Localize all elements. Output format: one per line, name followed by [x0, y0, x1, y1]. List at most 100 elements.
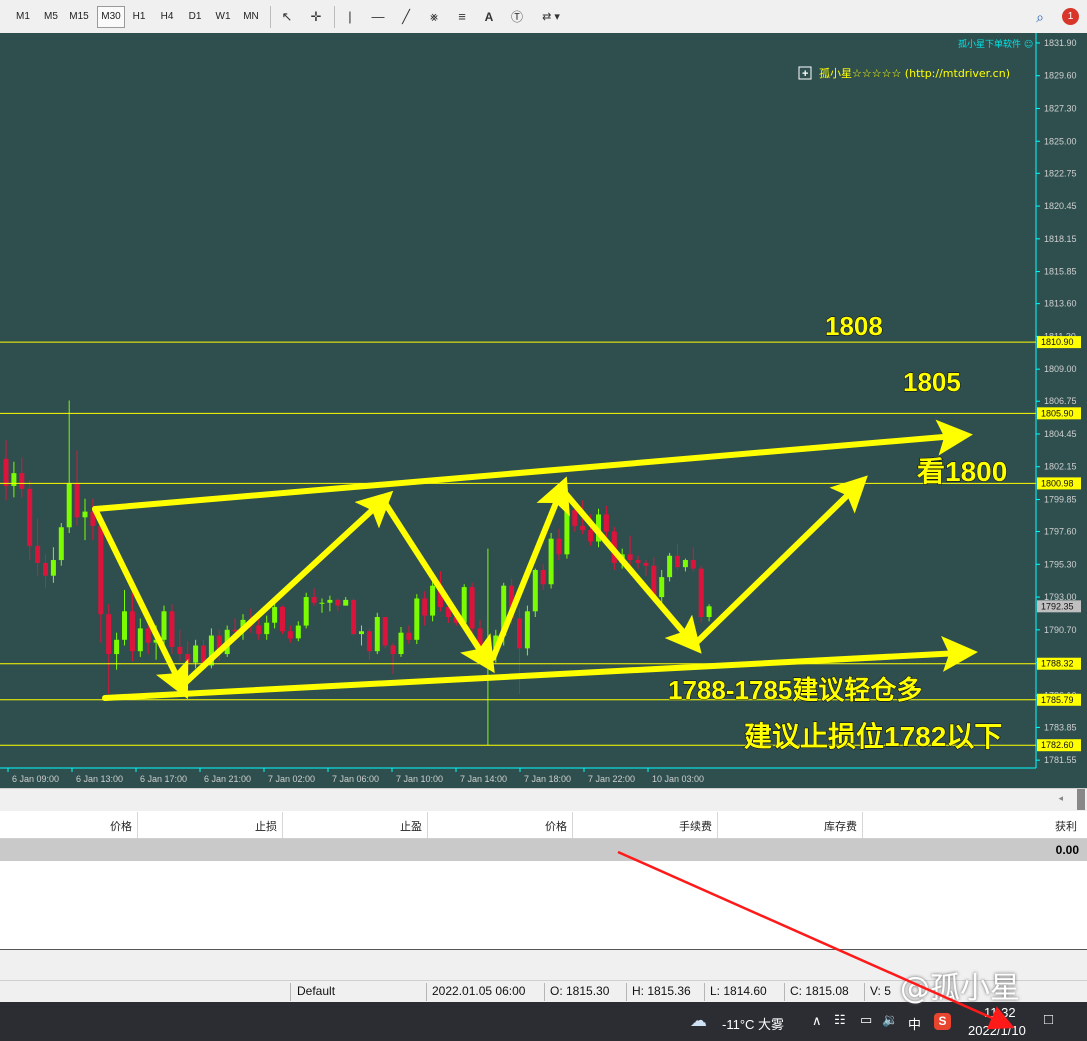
- candle-body: [572, 510, 578, 526]
- total-profit: 0.00: [1055, 843, 1079, 857]
- vertical-line-tool-icon[interactable]: |: [340, 7, 360, 27]
- trade-grid-header: 价格 止损 止盈 价格 手续费 库存费 获利: [0, 812, 1087, 839]
- status-high: H: 1815.36: [632, 984, 691, 998]
- col-commission[interactable]: 手续费: [660, 818, 712, 834]
- y-tick-label: 1822.75: [1044, 168, 1077, 178]
- candle-body: [3, 458, 9, 486]
- candle-body: [193, 645, 199, 663]
- status-divider: [784, 983, 785, 1001]
- candle-body: [374, 617, 380, 652]
- chart-toolbar: M1 M5 M15 M30 H1 H4 D1 W1 MN ↖ ✛ | — ╱ ⨳ ≡ A Ⓣ ⇄…: [0, 0, 1087, 34]
- candle-body: [690, 560, 696, 569]
- y-tick-label: 1806.75: [1044, 396, 1077, 406]
- candle-body: [532, 570, 538, 612]
- scroll-thumb[interactable]: [1077, 789, 1085, 810]
- grid-total-row: 0.00: [0, 839, 1087, 861]
- col-divider: [282, 812, 283, 838]
- level-price-label: 1800.98: [1041, 478, 1074, 488]
- ime-indicator[interactable]: 中: [908, 1014, 921, 1033]
- arrow-shapes-tool-icon[interactable]: ⇄ ▾: [536, 7, 566, 27]
- candle-body: [548, 538, 554, 585]
- weather-text[interactable]: -11°C 大雾: [722, 1014, 784, 1033]
- candle-body: [517, 618, 522, 649]
- annotation-1805: 1805: [903, 367, 961, 397]
- timeframe-d1[interactable]: D1: [182, 7, 208, 27]
- search-icon[interactable]: ⌕: [1030, 7, 1050, 27]
- cursor-tool-icon[interactable]: ↖: [277, 7, 297, 27]
- sogou-input-icon[interactable]: S: [934, 1013, 951, 1030]
- candle-body: [422, 598, 428, 616]
- col-stop-loss[interactable]: 止损: [230, 818, 277, 834]
- candle-body: [264, 622, 270, 635]
- fibonacci-tool-icon[interactable]: ≡: [452, 7, 472, 27]
- indicator-plus-icon[interactable]: +: [802, 68, 808, 80]
- notification-badge[interactable]: 1: [1062, 8, 1079, 25]
- chevron-up-icon[interactable]: ∧: [812, 1013, 822, 1029]
- col-take-profit[interactable]: 止盈: [375, 818, 422, 834]
- candle-body: [319, 602, 325, 604]
- status-close: C: 1815.08: [790, 984, 849, 998]
- price-chart[interactable]: 1831.90 1829.60 1827.30 1825.00 1822.75 1820.…: [0, 33, 1087, 788]
- windows-taskbar: ☁ -11°C 大雾 ∧ ☷ ▭ 🔉 中 S 11:32 2022/1/10 □: [0, 1002, 1087, 1041]
- chart-canvas[interactable]: 1831.90 1829.60 1827.30 1825.00 1822.75 1820.…: [0, 33, 1087, 788]
- y-tick-label: 1795.30: [1044, 559, 1077, 569]
- candle-body: [335, 599, 341, 606]
- horizontal-line-tool-icon[interactable]: —: [368, 7, 388, 27]
- y-tick-label: 1799.85: [1044, 494, 1077, 504]
- trendline-tool-icon[interactable]: ╱: [396, 7, 416, 27]
- volume-icon[interactable]: 🔉: [882, 1012, 898, 1028]
- candle-body: [303, 597, 309, 626]
- action-center-icon[interactable]: □: [1044, 1011, 1053, 1028]
- clock-time[interactable]: 11:32: [984, 1005, 1016, 1020]
- x-tick-label: 7 Jan 18:00: [524, 774, 571, 784]
- timeframe-m30[interactable]: M30: [97, 6, 125, 28]
- candle-body: [43, 562, 48, 576]
- y-tick-label: 1820.45: [1044, 201, 1077, 211]
- candle-body: [603, 514, 609, 532]
- display-icon[interactable]: ▭: [860, 1012, 872, 1028]
- col-price[interactable]: 价格: [90, 818, 132, 834]
- x-tick-label: 10 Jan 03:00: [652, 774, 704, 784]
- candle-body: [461, 587, 467, 623]
- candle-body: [161, 611, 167, 640]
- col-divider: [137, 812, 138, 838]
- text-label-tool-icon[interactable]: Ⓣ: [507, 7, 527, 27]
- timeframe-m1[interactable]: M1: [10, 7, 36, 27]
- cloud-icon[interactable]: ☁: [690, 1011, 707, 1031]
- candle-body: [627, 554, 633, 561]
- candle-body: [580, 525, 586, 531]
- timeframe-h1[interactable]: H1: [126, 7, 152, 27]
- timeframe-m15[interactable]: M15: [66, 7, 92, 27]
- clock-date[interactable]: 2022/1/10: [968, 1023, 1026, 1038]
- timeframe-w1[interactable]: W1: [210, 7, 236, 27]
- chart-scrollbar[interactable]: ◂: [0, 788, 1087, 811]
- equidistant-channel-tool-icon[interactable]: ⨳: [424, 7, 444, 27]
- candle-body: [27, 488, 33, 546]
- text-tool-icon[interactable]: A: [479, 7, 499, 27]
- scroll-left-icon[interactable]: ◂: [1058, 793, 1063, 804]
- crosshair-tool-icon[interactable]: ✛: [306, 7, 326, 27]
- network-icon[interactable]: ☷: [834, 1012, 846, 1028]
- candle-body: [177, 646, 183, 655]
- annotation-stop-loss: 建议止损位1782以下: [744, 720, 1002, 752]
- y-tick-label: 1818.15: [1044, 234, 1077, 244]
- candle-body: [327, 599, 333, 603]
- toolbar-separator: [270, 6, 271, 28]
- candle-body: [359, 631, 364, 635]
- candle-body: [272, 607, 278, 623]
- annotation-1808: 1808: [825, 311, 883, 341]
- y-tick-label: 1815.85: [1044, 267, 1077, 277]
- candle-body: [564, 510, 570, 555]
- col-swap[interactable]: 库存费: [805, 818, 857, 834]
- timeframe-mn[interactable]: MN: [238, 7, 264, 27]
- status-divider: [704, 983, 705, 1001]
- timeframe-h4[interactable]: H4: [154, 7, 180, 27]
- col-profit[interactable]: 获利: [1030, 818, 1077, 834]
- candle-body: [390, 645, 396, 655]
- col-divider: [427, 812, 428, 838]
- y-tick-label: 1783.85: [1044, 722, 1077, 732]
- timeframe-m5[interactable]: M5: [38, 7, 64, 27]
- candle-body: [366, 631, 372, 652]
- candle-body: [382, 617, 388, 646]
- col-price-2[interactable]: 价格: [520, 818, 567, 834]
